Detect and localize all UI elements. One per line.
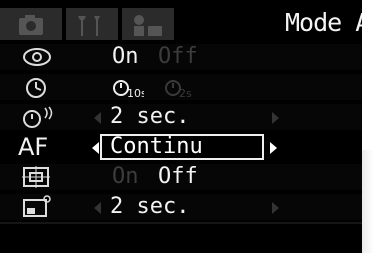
review-value: 2 sec.: [110, 194, 190, 219]
arrow-left-icon[interactable]: [94, 202, 101, 214]
divider: [0, 222, 362, 224]
timer-2s-label: 2s: [179, 87, 192, 99]
menu-row-self-timer[interactable]: 10s 2s: [0, 74, 362, 100]
remote-timer-value: 2 sec.: [110, 104, 190, 129]
menu-title: Mode AF: [285, 8, 362, 37]
tools-icon: [78, 16, 100, 36]
menu-tab-bar: Mode AF: [0, 0, 362, 40]
af-mode-value: Continu: [110, 134, 203, 159]
tab-setup[interactable]: [66, 8, 118, 40]
arrow-right-icon[interactable]: [270, 142, 277, 154]
menu-row-review[interactable]: 2 sec.: [0, 194, 362, 220]
arrow-right-icon[interactable]: [272, 202, 279, 214]
self-timer-icon: [26, 78, 46, 98]
option-off[interactable]: Off: [158, 164, 198, 190]
timer-10s-icon[interactable]: 10s: [110, 75, 144, 99]
af-frame-icon: [22, 166, 50, 188]
my-camera-icon: [134, 15, 162, 36]
screen-edge-reflection: [362, 150, 374, 253]
review-icon: [23, 195, 51, 217]
camera-menu-screen: Mode AF On Off 10s 2s: [0, 0, 362, 253]
option-off[interactable]: Off: [158, 44, 198, 70]
option-on[interactable]: On: [112, 164, 139, 190]
menu-row-remote-timer[interactable]: 2 sec.: [0, 104, 362, 130]
eye-icon: [23, 48, 51, 66]
camera-icon: [19, 15, 43, 35]
menu-row-af-frame[interactable]: On Off: [0, 164, 362, 190]
arrow-left-icon[interactable]: [92, 142, 99, 154]
menu-row-af-mode[interactable]: AF Continu: [0, 134, 362, 160]
timer-10s-label: 10s: [127, 87, 144, 99]
arrow-right-icon[interactable]: [272, 112, 279, 124]
arrow-left-icon[interactable]: [94, 112, 101, 124]
option-on[interactable]: On: [112, 44, 139, 70]
tab-my-camera[interactable]: [122, 8, 174, 40]
af-label: AF: [18, 133, 49, 161]
menu-row-red-eye[interactable]: On Off: [0, 44, 362, 70]
remote-timer-icon: [23, 106, 53, 128]
timer-2s-icon[interactable]: 2s: [162, 75, 196, 99]
tab-shooting[interactable]: [0, 8, 62, 40]
